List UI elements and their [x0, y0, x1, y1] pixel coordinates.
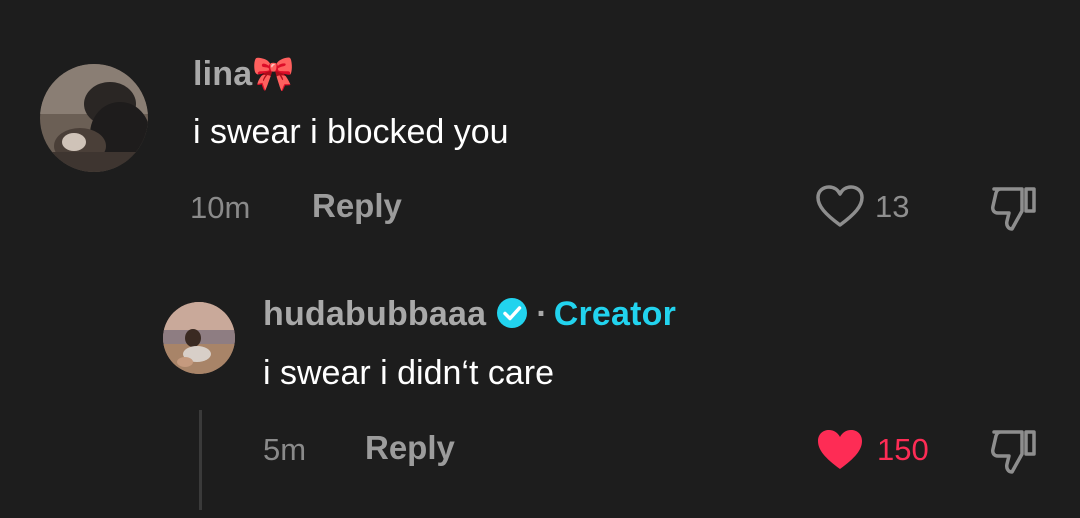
reply-button[interactable]: Reply [365, 429, 455, 467]
comment-text: i swear i blocked you [193, 113, 509, 151]
thread-line [199, 410, 202, 510]
heart-outline-icon[interactable] [815, 185, 865, 229]
avatar[interactable] [163, 302, 235, 374]
username[interactable]: lina🎀 [193, 54, 295, 94]
creator-tag: Creator [553, 295, 677, 333]
heart-filled-icon[interactable] [815, 428, 865, 472]
comment-text: i swear i didn‘t care [263, 354, 555, 392]
ribbon-emoji: 🎀 [252, 55, 295, 93]
comment-list: lina🎀 i swear i blocked you 10m Reply 13 [0, 0, 1080, 518]
timestamp: 5m [263, 432, 307, 467]
thumbs-down-icon[interactable] [988, 426, 1040, 476]
username-text[interactable]: hudabubbaaa [263, 295, 486, 333]
avatar[interactable] [40, 64, 148, 172]
separator: · [536, 295, 548, 333]
verified-badge-icon [496, 297, 528, 329]
thumbs-down-icon[interactable] [988, 183, 1040, 233]
like-count: 150 [877, 432, 929, 467]
like-count: 13 [875, 189, 910, 224]
username[interactable]: hudabubbaaa · Creator [263, 295, 676, 334]
reply-button[interactable]: Reply [312, 187, 402, 225]
timestamp: 10m [190, 190, 251, 225]
username-text[interactable]: lina [193, 55, 252, 93]
